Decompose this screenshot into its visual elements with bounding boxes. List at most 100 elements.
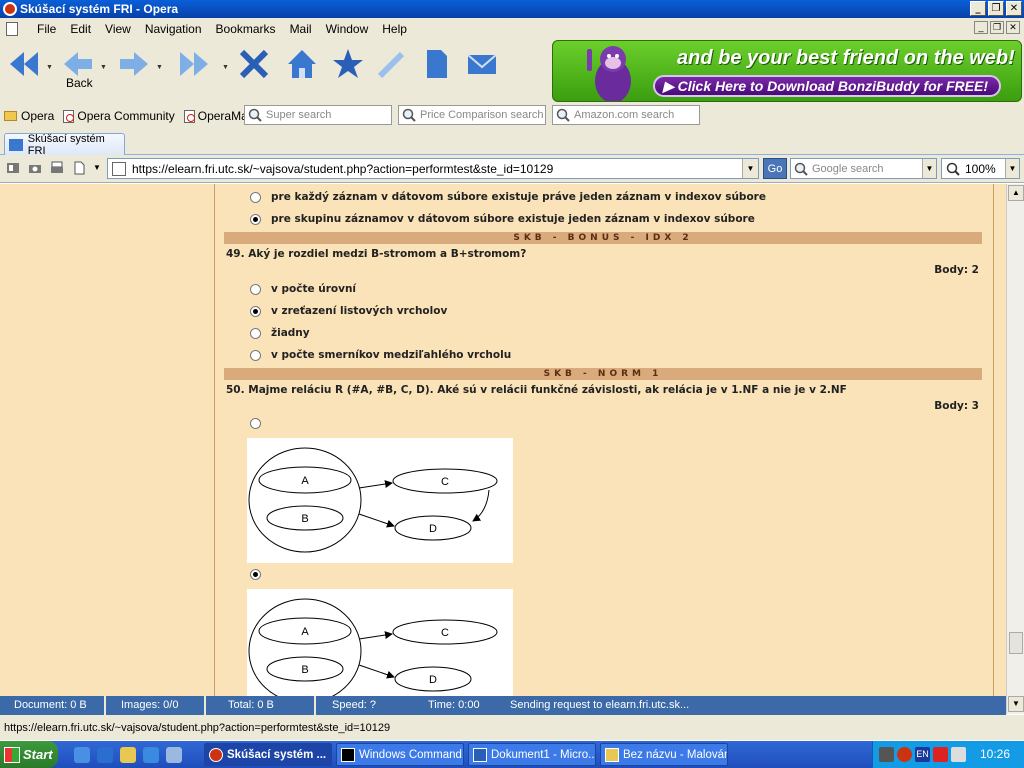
dependency-diagram-1: A B C D bbox=[247, 438, 513, 563]
status-message: Sending request to elearn.fri.utc.sk... bbox=[510, 699, 690, 711]
bookmark-opera[interactable]: Opera bbox=[4, 109, 54, 123]
radio-button-selected[interactable] bbox=[250, 213, 261, 225]
zoom-dropdown-icon[interactable]: ▼ bbox=[1005, 159, 1019, 178]
answer-option[interactable] bbox=[250, 418, 271, 429]
tab-skusaci-system[interactable]: Skúšací systém FRI bbox=[4, 133, 125, 157]
google-search-input[interactable]: Google search ▼ bbox=[790, 158, 937, 179]
radio-button[interactable] bbox=[250, 191, 261, 203]
camera-icon[interactable] bbox=[27, 160, 43, 176]
bookmark-label: Opera bbox=[21, 109, 55, 123]
bookmark-operamail[interactable]: OperaMail bbox=[183, 109, 253, 123]
task-label: Dokument1 - Micro... bbox=[491, 748, 596, 761]
radio-button[interactable] bbox=[250, 349, 261, 361]
opera-tray-icon[interactable] bbox=[897, 747, 912, 762]
notepad-quicklaunch-icon[interactable] bbox=[120, 747, 136, 763]
start-button[interactable]: Start bbox=[0, 741, 58, 768]
close-button[interactable]: ✕ bbox=[1006, 1, 1022, 16]
menu-help[interactable]: Help bbox=[375, 22, 414, 36]
home-button[interactable] bbox=[282, 44, 322, 84]
antivirus-tray-icon[interactable] bbox=[933, 747, 948, 762]
radio-button-selected[interactable] bbox=[250, 569, 261, 580]
cc-tray-icon[interactable] bbox=[879, 747, 894, 762]
print-icon[interactable] bbox=[49, 160, 65, 176]
page-button[interactable] bbox=[416, 44, 456, 84]
answer-option[interactable]: v počte smerníkov medziľahlého vrcholu bbox=[250, 349, 511, 361]
mdi-restore-button[interactable]: ❐ bbox=[990, 21, 1004, 34]
page-icon bbox=[427, 50, 447, 78]
menu-mail[interactable]: Mail bbox=[283, 22, 319, 36]
fast-forward-button[interactable] bbox=[174, 44, 214, 84]
search-engine-dropdown-icon[interactable]: ▼ bbox=[922, 159, 936, 178]
bookmark-opera-community[interactable]: Opera Community bbox=[63, 109, 175, 123]
scroll-up-icon[interactable]: ▲ bbox=[1008, 185, 1024, 201]
back-dropdown-icon[interactable]: ▼ bbox=[100, 64, 107, 71]
diagram-label-d: D bbox=[429, 523, 437, 535]
menu-file[interactable]: File bbox=[30, 22, 63, 36]
answer-option[interactable]: pre skupinu záznamov v dátovom súbore ex… bbox=[250, 213, 755, 225]
go-button[interactable]: Go bbox=[763, 158, 787, 179]
explorer-quicklaunch-icon[interactable] bbox=[166, 747, 182, 763]
answer-option[interactable]: v počte úrovní bbox=[250, 283, 356, 295]
menu-bookmarks[interactable]: Bookmarks bbox=[209, 22, 283, 36]
rewind-dropdown-icon[interactable]: ▼ bbox=[46, 64, 53, 71]
radio-button[interactable] bbox=[250, 327, 261, 339]
task-command[interactable]: Windows Command... bbox=[336, 743, 464, 766]
answer-option[interactable]: žiadny bbox=[250, 327, 310, 339]
amazon-search-input[interactable]: Amazon.com search bbox=[552, 105, 700, 125]
price-comparison-search-input[interactable]: Price Comparison search bbox=[398, 105, 546, 125]
status-separator bbox=[314, 696, 316, 715]
browser-quicklaunch-icon[interactable] bbox=[143, 747, 159, 763]
super-search-input[interactable]: Super search bbox=[244, 105, 392, 125]
radio-button[interactable] bbox=[250, 418, 261, 429]
option-text: v počte smerníkov medziľahlého vrcholu bbox=[271, 349, 512, 361]
answer-option[interactable] bbox=[250, 569, 271, 580]
radio-button[interactable] bbox=[250, 283, 261, 295]
toolbar-dropdown-icon[interactable]: ▼ bbox=[93, 163, 101, 172]
menu-navigation[interactable]: Navigation bbox=[138, 22, 209, 36]
fast-forward-dropdown-icon[interactable]: ▼ bbox=[222, 64, 229, 71]
task-word[interactable]: Dokument1 - Micro... bbox=[468, 743, 596, 766]
section-header: SKB - NORM 1 bbox=[224, 368, 982, 380]
menu-edit[interactable]: Edit bbox=[63, 22, 98, 36]
rewind-button[interactable] bbox=[4, 44, 44, 84]
forward-dropdown-icon[interactable]: ▼ bbox=[156, 64, 163, 71]
left-column bbox=[0, 184, 215, 696]
task-paint[interactable]: Bez názvu - Malování bbox=[600, 743, 728, 766]
zoom-select[interactable]: 100% ▼ bbox=[941, 158, 1020, 179]
magnifier-icon bbox=[556, 108, 570, 122]
ad-download-link[interactable]: ▶ Click Here to Download BonziBuddy for … bbox=[653, 75, 1001, 97]
edit-button[interactable] bbox=[372, 44, 412, 84]
language-indicator[interactable]: EN bbox=[915, 747, 930, 762]
mail-button[interactable] bbox=[462, 44, 502, 84]
forward-button[interactable] bbox=[114, 44, 154, 84]
scroll-down-icon[interactable]: ▼ bbox=[1008, 696, 1024, 712]
bookmark-star-button[interactable] bbox=[328, 44, 368, 84]
panel-toggle-icon[interactable] bbox=[5, 160, 21, 176]
minimize-button[interactable]: _ bbox=[970, 1, 986, 16]
task-label: Windows Command... bbox=[359, 748, 464, 761]
ie-quicklaunch-icon[interactable] bbox=[97, 747, 113, 763]
vertical-scrollbar[interactable]: ▲ ▼ bbox=[1006, 184, 1024, 714]
answer-option[interactable]: pre každý záznam v dátovom súbore existu… bbox=[250, 191, 766, 203]
mdi-close-button[interactable]: ✕ bbox=[1006, 21, 1020, 34]
network-tray-icon[interactable] bbox=[951, 747, 966, 762]
mdi-minimize-button[interactable]: _ bbox=[974, 21, 988, 34]
task-opera[interactable]: Skúšací systém ... bbox=[204, 743, 332, 766]
command-prompt-icon bbox=[341, 747, 355, 762]
address-dropdown-icon[interactable]: ▼ bbox=[742, 159, 758, 178]
question-49-points: Body: 2 bbox=[934, 264, 979, 276]
magnifier-icon bbox=[402, 108, 416, 122]
desktop-quicklaunch-icon[interactable] bbox=[74, 747, 90, 763]
menu-window[interactable]: Window bbox=[319, 22, 376, 36]
bonzibuddy-ad-banner[interactable]: and be your best friend on the web! ▶ Cl… bbox=[552, 40, 1022, 102]
answer-option[interactable]: v zreťazení listových vrcholov bbox=[250, 305, 447, 317]
document-icon[interactable] bbox=[6, 22, 18, 36]
address-field[interactable]: https://elearn.fri.utc.sk/~vajsova/stude… bbox=[107, 158, 759, 179]
restore-button[interactable]: ❐ bbox=[988, 1, 1004, 16]
radio-button-selected[interactable] bbox=[250, 305, 261, 317]
scroll-thumb[interactable] bbox=[1009, 632, 1023, 654]
new-page-icon[interactable] bbox=[71, 160, 87, 176]
stop-button[interactable] bbox=[234, 44, 274, 84]
menu-view[interactable]: View bbox=[98, 22, 138, 36]
folder-icon bbox=[4, 111, 17, 121]
